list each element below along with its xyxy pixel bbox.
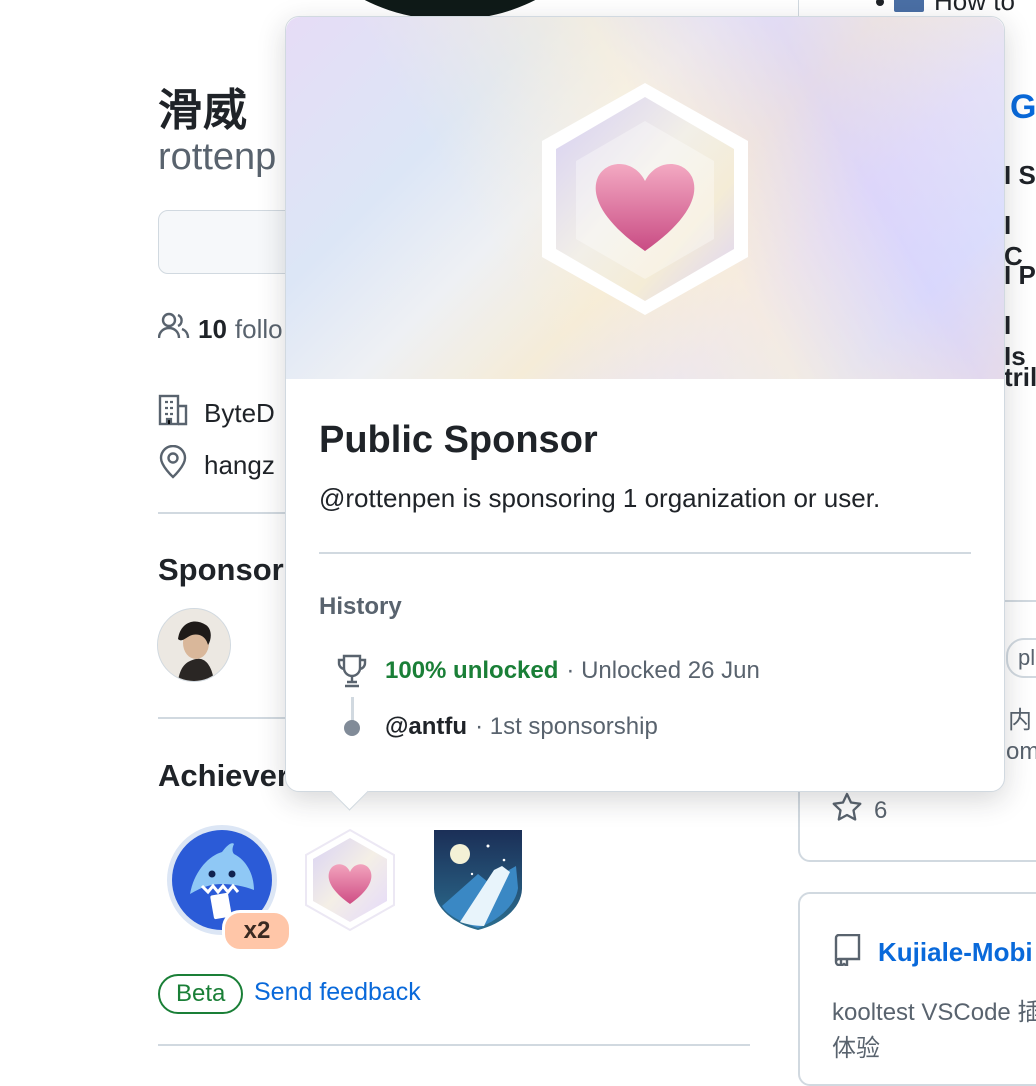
popover-divider (319, 552, 971, 554)
repo-description: kooltest VSCode 插 (832, 999, 1036, 1026)
followers-count: 10 (198, 314, 227, 344)
sponsorship-note: · 1st sponsorship (475, 713, 658, 740)
achievements-heading: Achiever (158, 758, 289, 793)
mountain-achievement-icon[interactable] (432, 826, 524, 932)
location-row: hangz (158, 444, 275, 486)
sponsored-user-link[interactable]: @antfu (385, 713, 467, 741)
popover-title: Public Sponsor (319, 419, 598, 461)
repo-description: 内 (1008, 707, 1032, 734)
mailbox-emoji-icon (894, 0, 924, 12)
divider (158, 1044, 750, 1046)
repo-icon (832, 933, 862, 971)
popover-caret (330, 772, 369, 811)
heart-hexagon-icon[interactable] (300, 826, 400, 934)
bullet-icon (876, 0, 884, 6)
repo-description: 体验 (832, 1035, 880, 1062)
stats-row: I P (1004, 260, 1036, 290)
location-name: hangz (204, 450, 275, 480)
stats-row: I S (1004, 160, 1036, 190)
sponsorship-history-row: @antfu · 1st sponsorship (385, 713, 658, 741)
star-icon (832, 792, 862, 829)
star-count: 6 (874, 796, 888, 824)
send-feedback-link[interactable]: Send feedback (254, 978, 421, 1007)
repo-description: om (1006, 738, 1036, 765)
company-row: ByteD (158, 394, 275, 433)
achievement-popover: Public Sponsor @rottenpen is sponsoring … (285, 16, 1005, 811)
unlock-date: · Unlocked 26 Jun (566, 657, 760, 684)
heart-hexagon-icon (542, 83, 748, 315)
people-icon (157, 312, 190, 347)
company-name: ByteD (204, 398, 275, 428)
readme-list-text: How to (934, 0, 1015, 16)
organization-icon (158, 394, 188, 433)
followers-label: follo (234, 314, 283, 344)
repo-title-row: Kujiale-Mobi (832, 933, 1033, 971)
followers-row[interactable]: 10 follo (157, 312, 283, 347)
location-icon (158, 444, 188, 486)
sponsored-user-avatar[interactable] (157, 608, 231, 682)
timeline-dot (344, 720, 360, 736)
trophy-icon (336, 653, 368, 694)
achievement-multiplier-badge: x2 (222, 910, 292, 952)
unlock-percent: 100% unlocked (385, 657, 559, 684)
pinned-repo-card[interactable]: Kujiale-Mobi kooltest VSCode 插 体验 (798, 892, 1036, 1086)
readme-list-item: How to (876, 0, 1015, 17)
readme-heading-link[interactable]: G (1010, 88, 1036, 127)
history-heading: History (319, 593, 402, 620)
beta-label: Beta (158, 974, 244, 1014)
repo-visibility-badge: plic (1006, 638, 1036, 678)
repo-name-link[interactable]: Kujiale-Mobi (878, 937, 1033, 968)
stats-row: tril (1004, 362, 1036, 392)
repo-stars[interactable]: 6 (832, 792, 887, 829)
profile-display-name: 滑威 (158, 86, 248, 135)
profile-login: rottenp (158, 136, 277, 178)
unlock-history-row: 100% unlocked · Unlocked 26 Jun (385, 657, 760, 685)
sponsoring-heading: Sponsor (158, 552, 284, 587)
popover-description: @rottenpen is sponsoring 1 organization … (319, 483, 881, 513)
achievement-hero (286, 17, 1004, 379)
